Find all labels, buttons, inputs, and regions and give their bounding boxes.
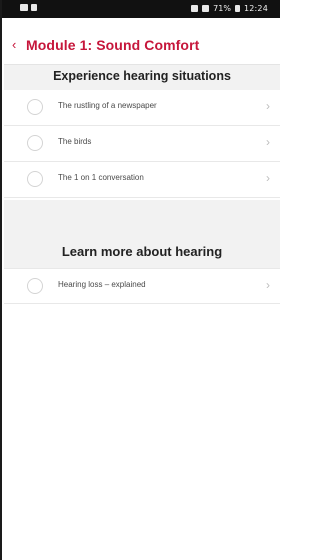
list-item-newspaper[interactable]: The rustling of a newspaper › [4, 90, 280, 126]
nav-header: ‹ Module 1: Sound Comfort [4, 18, 280, 64]
list-item-label: The birds [58, 137, 92, 146]
back-chevron-icon[interactable]: ‹ [12, 38, 16, 51]
list-item-hearing-loss[interactable]: Hearing loss – explained › [4, 268, 280, 304]
section-header-learn: Learn more about hearing [4, 236, 280, 268]
page-title: Module 1: Sound Comfort [26, 37, 200, 53]
signal-icon [202, 5, 210, 12]
radio-empty-icon [27, 171, 43, 187]
battery-percent: 71% [213, 4, 231, 13]
list-item-birds[interactable]: The birds › [4, 126, 280, 162]
chevron-right-icon: › [266, 171, 270, 185]
status-time: 12:24 [243, 4, 268, 13]
section-divider [4, 200, 280, 236]
chevron-right-icon: › [266, 99, 270, 113]
list-item-label: Hearing loss – explained [58, 280, 146, 289]
radio-empty-icon [27, 135, 43, 151]
section-header-experience: Experience hearing situations [4, 64, 280, 90]
status-left [20, 4, 37, 11]
battery-icon [234, 5, 240, 12]
empty-content-area [4, 304, 280, 560]
list-item-conversation[interactable]: The 1 on 1 conversation › [4, 162, 280, 198]
app-screen: 71% 12:24 ‹ Module 1: Sound Comfort Expe… [0, 0, 280, 560]
radio-empty-icon [27, 99, 43, 115]
list-item-label: The rustling of a newspaper [58, 101, 157, 110]
chevron-right-icon: › [266, 135, 270, 149]
radio-empty-icon [27, 278, 43, 294]
list-item-label: The 1 on 1 conversation [58, 173, 144, 182]
experience-list: The rustling of a newspaper › The birds … [4, 90, 280, 198]
sim-icon [20, 4, 28, 11]
status-bar: 71% 12:24 [2, 0, 280, 18]
learn-list: Hearing loss – explained › [4, 268, 280, 304]
wifi-icon [191, 5, 199, 12]
chevron-right-icon: › [266, 278, 270, 292]
status-right: 71% 12:24 [191, 4, 268, 13]
notification-icon [31, 4, 37, 11]
